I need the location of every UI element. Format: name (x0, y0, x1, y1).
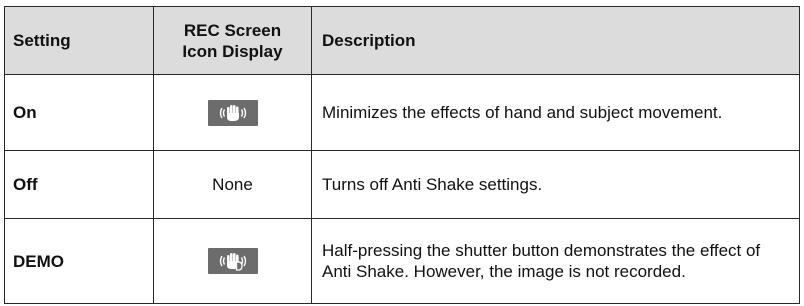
icon-cell (153, 218, 312, 304)
header-icon-line2: Icon Display (182, 41, 283, 61)
icon-cell-text: None (153, 150, 312, 219)
anti-shake-hand-icon (207, 99, 258, 126)
header-description: Description (311, 6, 800, 75)
settings-table: Setting REC Screen Icon Display Descript… (4, 6, 800, 304)
table-row: Off None Turns off Anti Shake settings. (4, 150, 800, 219)
table-row: DEMO Half-pressing the shutter button de… (4, 218, 800, 304)
setting-description: Minimizes the effects of hand and subjec… (311, 74, 800, 151)
icon-cell (153, 74, 312, 151)
setting-name: Off (4, 150, 154, 219)
anti-shake-demo-icon (207, 248, 258, 274)
setting-description: Half-pressing the shutter button demonst… (311, 218, 800, 304)
setting-description: Turns off Anti Shake settings. (311, 150, 800, 219)
table-header-row: Setting REC Screen Icon Display Descript… (4, 6, 800, 75)
setting-name: On (4, 74, 154, 151)
setting-name: DEMO (4, 218, 154, 304)
header-setting: Setting (4, 6, 154, 75)
table-row: On Minimizes the effects of hand and sub… (4, 74, 800, 151)
header-icon-display: REC Screen Icon Display (153, 6, 312, 75)
header-icon-line1: REC Screen (183, 20, 282, 40)
